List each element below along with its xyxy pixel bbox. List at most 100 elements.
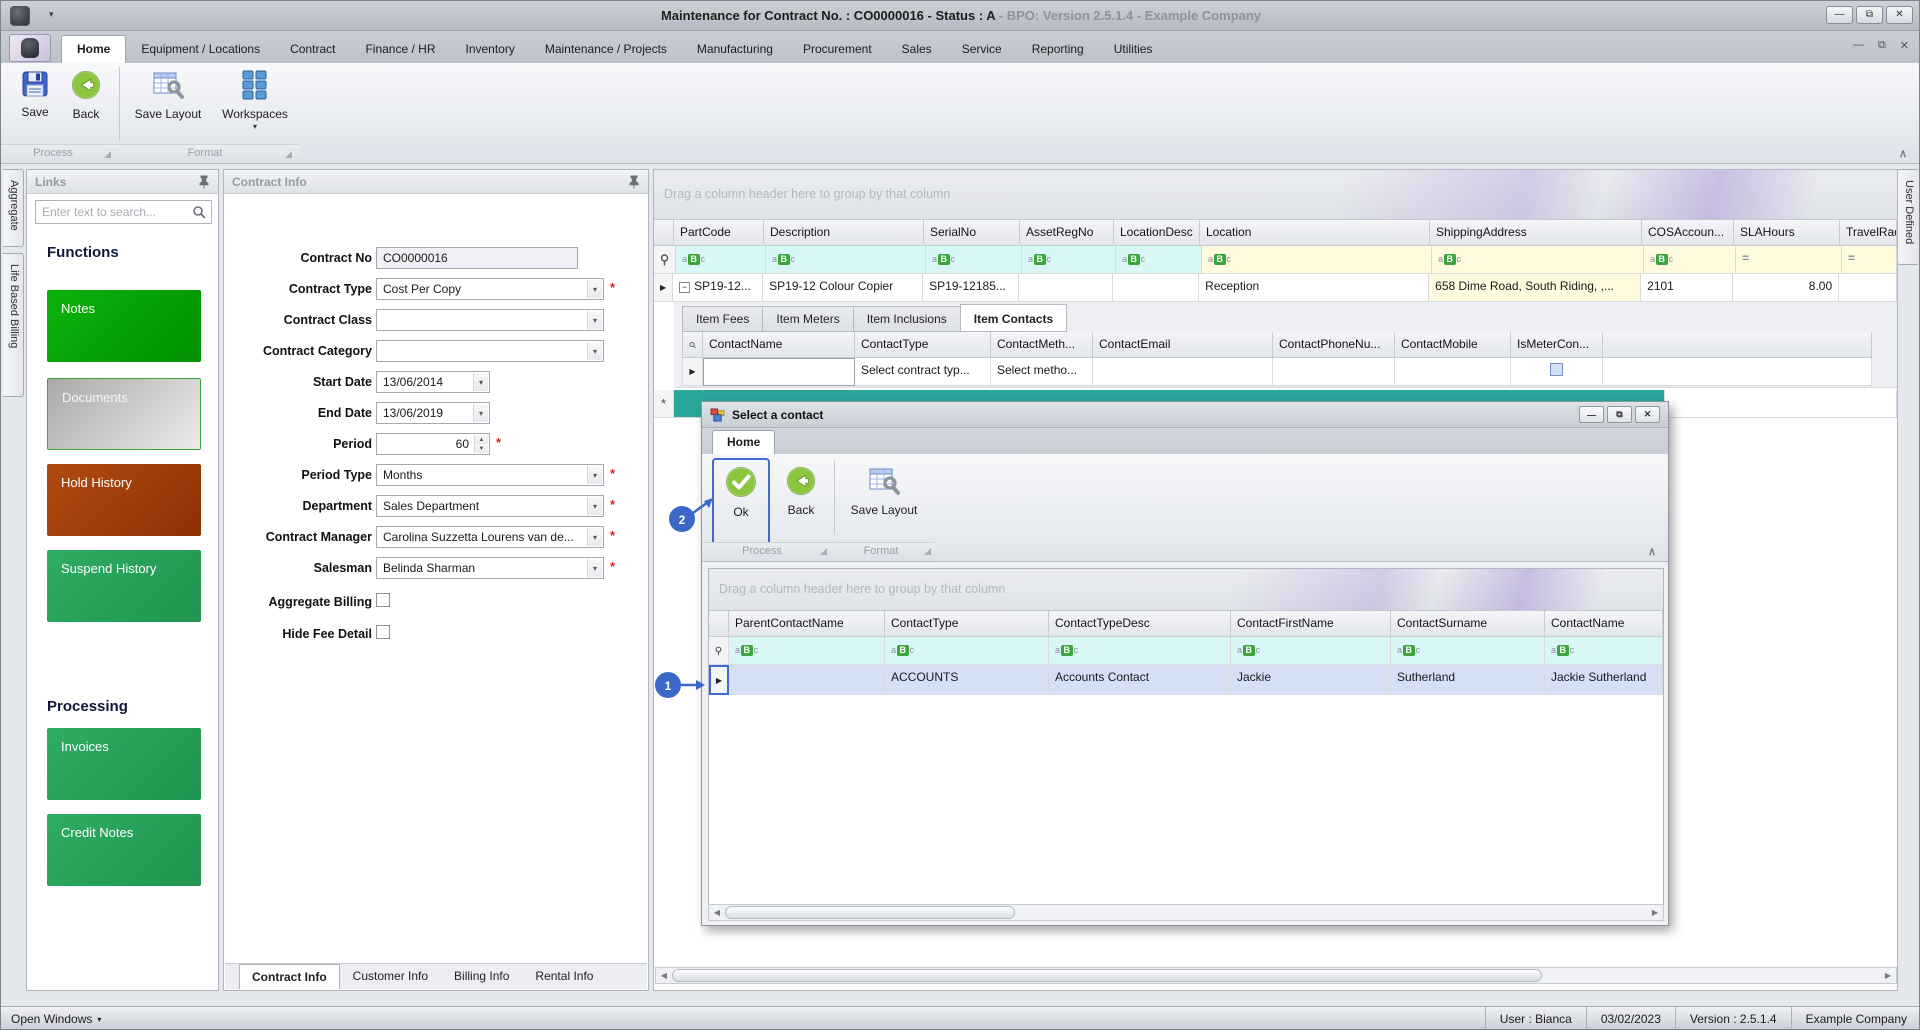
chevron-down-icon[interactable]: ▾ xyxy=(587,466,602,484)
filter-cell[interactable]: aBc xyxy=(1022,246,1116,274)
side-tab-aggregate[interactable]: Aggregate xyxy=(3,169,24,247)
column-header-contacttype[interactable]: ContactType xyxy=(855,332,991,358)
filter-cell[interactable]: aBc xyxy=(1116,246,1202,274)
hold-history-button[interactable]: Hold History xyxy=(47,464,201,536)
cell-contactfirstname[interactable]: Jackie xyxy=(1231,665,1391,695)
period-type-combo[interactable]: Months ▾ xyxy=(376,464,604,486)
tab-sales[interactable]: Sales xyxy=(887,36,947,63)
tab-contract-info[interactable]: Contract Info xyxy=(239,964,340,989)
column-header-contactsurname[interactable]: ContactSurname xyxy=(1391,611,1545,637)
dialog-hscrollbar[interactable]: ◀ ▶ xyxy=(708,904,1664,921)
links-search-input[interactable] xyxy=(36,205,187,219)
hide-fee-detail-checkbox[interactable] xyxy=(376,625,390,639)
cell-contactphone[interactable] xyxy=(1273,358,1395,386)
search-header-cell[interactable] xyxy=(683,332,703,358)
invoices-button[interactable]: Invoices xyxy=(47,728,201,800)
application-menu-button[interactable] xyxy=(9,34,51,62)
cell-contactmethod[interactable]: Select metho... xyxy=(991,358,1093,386)
cell-locationdesc[interactable] xyxy=(1113,274,1200,302)
contact-data-row[interactable]: ▶ ACCOUNTS Accounts Contact Jackie Suthe… xyxy=(709,665,1663,695)
tab-item-meters[interactable]: Item Meters xyxy=(762,306,853,332)
column-header-contactmobile[interactable]: ContactMobile xyxy=(1395,332,1511,358)
suspend-history-button[interactable]: Suspend History xyxy=(47,550,201,622)
tab-finance-hr[interactable]: Finance / HR xyxy=(350,36,450,63)
chevron-down-icon[interactable]: ▾ xyxy=(587,311,602,329)
pin-icon[interactable] xyxy=(628,175,640,189)
column-header-location[interactable]: Location xyxy=(1200,220,1430,246)
scroll-left-icon[interactable]: ◀ xyxy=(709,905,725,920)
filter-cell[interactable]: aBc xyxy=(1432,246,1644,274)
save-layout-button[interactable]: Save Layout xyxy=(129,68,207,121)
cell-serialno[interactable]: SP19-12185... xyxy=(923,274,1020,302)
cell-contactsurname[interactable]: Sutherland xyxy=(1391,665,1545,695)
tab-rental-info[interactable]: Rental Info xyxy=(522,963,606,989)
filter-cell[interactable]: aBc xyxy=(1049,637,1231,665)
column-header-contacttype[interactable]: ContactType xyxy=(885,611,1049,637)
tab-service[interactable]: Service xyxy=(947,36,1017,63)
filter-cell[interactable]: aBc xyxy=(1644,246,1736,274)
minimize-button[interactable]: — xyxy=(1826,6,1853,24)
tab-reporting[interactable]: Reporting xyxy=(1017,36,1099,63)
save-button[interactable]: Save xyxy=(11,68,59,119)
column-header-contactname[interactable]: ContactName xyxy=(1545,611,1663,637)
scroll-right-icon[interactable]: ▶ xyxy=(1647,905,1663,920)
filter-cell[interactable]: aBc xyxy=(926,246,1022,274)
spin-up-icon[interactable]: ▲ xyxy=(475,435,488,444)
filter-cell[interactable]: aBc xyxy=(766,246,926,274)
cell-assetregno[interactable] xyxy=(1019,274,1114,302)
column-header-contacttypedesc[interactable]: ContactTypeDesc xyxy=(1049,611,1231,637)
column-header-parentcontactname[interactable]: ParentContactName xyxy=(729,611,885,637)
contract-category-combo[interactable]: ▾ xyxy=(376,340,604,362)
cell-contacttype[interactable]: ACCOUNTS xyxy=(885,665,1049,695)
search-icon[interactable] xyxy=(192,205,206,219)
spin-down-icon[interactable]: ▼ xyxy=(475,444,488,453)
dialog-back-button[interactable]: Back xyxy=(778,464,824,517)
selected-row-indicator[interactable]: ▶ xyxy=(709,665,729,695)
filter-cell[interactable]: aBc xyxy=(885,637,1049,665)
workspaces-button[interactable]: Workspaces ▾ xyxy=(215,68,295,131)
is-meter-contact-checkbox[interactable] xyxy=(1550,363,1563,376)
cell-contactemail[interactable] xyxy=(1093,358,1273,386)
scroll-thumb[interactable] xyxy=(672,969,1542,982)
tab-contract[interactable]: Contract xyxy=(275,36,350,63)
cell-contactmobile[interactable] xyxy=(1395,358,1511,386)
chevron-down-icon[interactable]: ▾ xyxy=(587,559,602,577)
column-header-contactmethod[interactable]: ContactMeth... xyxy=(991,332,1093,358)
close-button[interactable]: ✕ xyxy=(1886,6,1913,24)
tab-billing-info[interactable]: Billing Info xyxy=(441,963,522,989)
cell-ismetercontact[interactable] xyxy=(1511,358,1603,386)
equipment-hscrollbar[interactable]: ◀ ▶ xyxy=(655,967,1897,984)
ribbon-collapse-icon[interactable]: ∧ xyxy=(1899,147,1907,160)
end-date-picker[interactable]: 13/06/2019 ▾ xyxy=(376,402,490,424)
cell-contactname-editor[interactable] xyxy=(703,358,855,386)
tab-item-inclusions[interactable]: Item Inclusions xyxy=(852,306,960,332)
chevron-down-icon[interactable]: ▾ xyxy=(587,280,602,298)
column-header-serialno[interactable]: SerialNo xyxy=(924,220,1020,246)
column-header-contactphone[interactable]: ContactPhoneNu... xyxy=(1273,332,1395,358)
format-group-launcher-icon[interactable] xyxy=(924,548,931,555)
tab-customer-info[interactable]: Customer Info xyxy=(340,963,441,989)
filter-cell[interactable]: = xyxy=(1736,246,1842,274)
item-contacts-new-row[interactable]: ▶ Select contract typ... Select metho... xyxy=(682,358,1872,386)
notes-button[interactable]: Notes xyxy=(47,290,201,362)
dialog-ribbon-collapse-icon[interactable]: ∧ xyxy=(1648,545,1656,558)
cell-parentcontactname[interactable] xyxy=(729,665,885,695)
column-header-assetregno[interactable]: AssetRegNo xyxy=(1020,220,1114,246)
dialog-title-bar[interactable]: Select a contact — ⧉ ✕ xyxy=(702,402,1668,428)
scroll-thumb[interactable] xyxy=(725,906,1015,919)
dialog-tab-home[interactable]: Home xyxy=(712,430,776,454)
column-header-ismetercontact[interactable]: IsMeterCon... xyxy=(1511,332,1603,358)
ok-button[interactable]: Ok xyxy=(718,464,764,519)
cell-shippingaddress[interactable]: 658 Dime Road, South Riding, ,... xyxy=(1429,274,1642,302)
column-header-contactemail[interactable]: ContactEmail xyxy=(1093,332,1273,358)
open-windows-button[interactable]: Open Windows ▾ xyxy=(1,1012,111,1026)
side-tab-life-based-billing[interactable]: Life Based Billing xyxy=(3,253,24,397)
mdi-restore-icon[interactable]: ⧉ xyxy=(1878,39,1886,52)
tab-inventory[interactable]: Inventory xyxy=(450,36,529,63)
process-group-launcher-icon[interactable] xyxy=(820,548,827,555)
dialog-save-layout-button[interactable]: Save Layout xyxy=(844,464,924,517)
cell-description[interactable]: SP19-12 Colour Copier xyxy=(763,274,924,302)
tab-item-fees[interactable]: Item Fees xyxy=(682,306,763,332)
equipment-data-row[interactable]: ▶ − SP19-12... SP19-12 Colour Copier SP19… xyxy=(654,274,1897,302)
tab-procurement[interactable]: Procurement xyxy=(788,36,887,63)
